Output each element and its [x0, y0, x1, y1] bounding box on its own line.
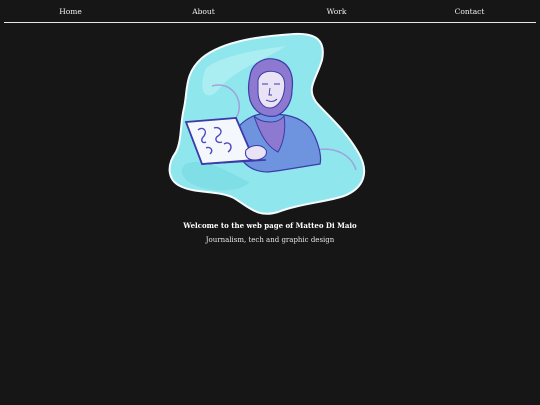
page-subtitle: Journalism, tech and graphic design [205, 236, 335, 244]
nav-work[interactable]: Work [270, 0, 403, 22]
page-title: Welcome to the web page of Matteo Di Mai… [183, 221, 357, 230]
person-at-laptop-illustration [168, 32, 366, 215]
top-navigation: Home About Work Contact [4, 0, 536, 23]
nav-home[interactable]: Home [4, 0, 137, 22]
nav-about[interactable]: About [137, 0, 270, 22]
nav-contact[interactable]: Contact [403, 0, 536, 22]
